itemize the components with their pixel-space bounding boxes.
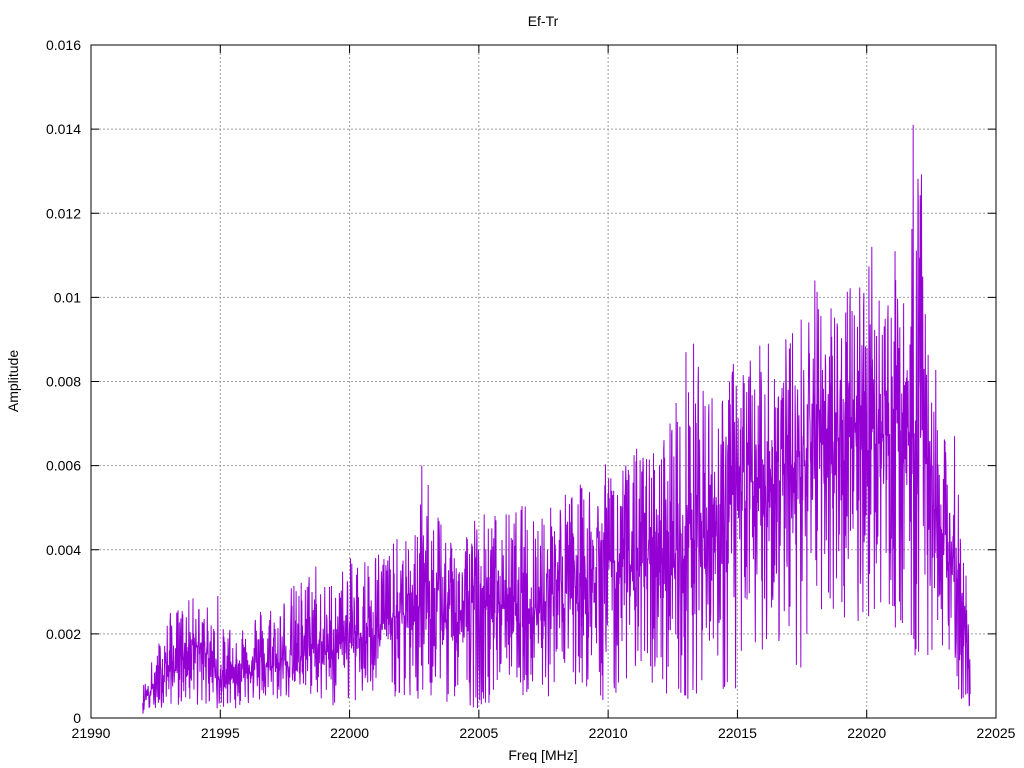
x-tick-label: 22015 (718, 725, 757, 741)
x-tick-label: 21995 (201, 725, 240, 741)
x-tick-labels: 21990 21995 22000 22005 22010 22015 22020 22025 (72, 725, 1016, 741)
y-tick-label: 0.002 (46, 626, 81, 642)
x-axis-label: Freq [MHz] (508, 747, 577, 763)
y-tick-label: 0.014 (46, 121, 81, 137)
y-tick-labels: 0 0.002 0.004 0.006 0.008 0.01 0.012 0.014 0.016 (46, 37, 81, 726)
x-tick-label: 22010 (589, 725, 628, 741)
y-tick-label: 0 (73, 710, 81, 726)
x-tick-label: 22005 (459, 725, 498, 741)
chart: 21990 21995 22000 22005 22010 22015 22020 22025… (0, 0, 1024, 768)
amplitude-chart: 21990 21995 22000 22005 22010 22015 22020 22025… (5, 13, 1016, 763)
y-tick-label: 0.006 (46, 458, 81, 474)
y-tick-label: 0.012 (46, 205, 81, 221)
y-tick-label: 0.016 (46, 37, 81, 53)
x-tick-label: 22025 (977, 725, 1016, 741)
y-axis-label: Amplitude (5, 350, 21, 412)
y-tick-label: 0.004 (46, 542, 81, 558)
x-tick-label: 22000 (330, 725, 369, 741)
x-tick-label: 22020 (847, 725, 886, 741)
y-tick-label: 0.008 (46, 374, 81, 390)
chart-title: Ef-Tr (528, 13, 559, 29)
x-tick-label: 21990 (72, 725, 111, 741)
y-tick-label: 0.01 (54, 289, 81, 305)
